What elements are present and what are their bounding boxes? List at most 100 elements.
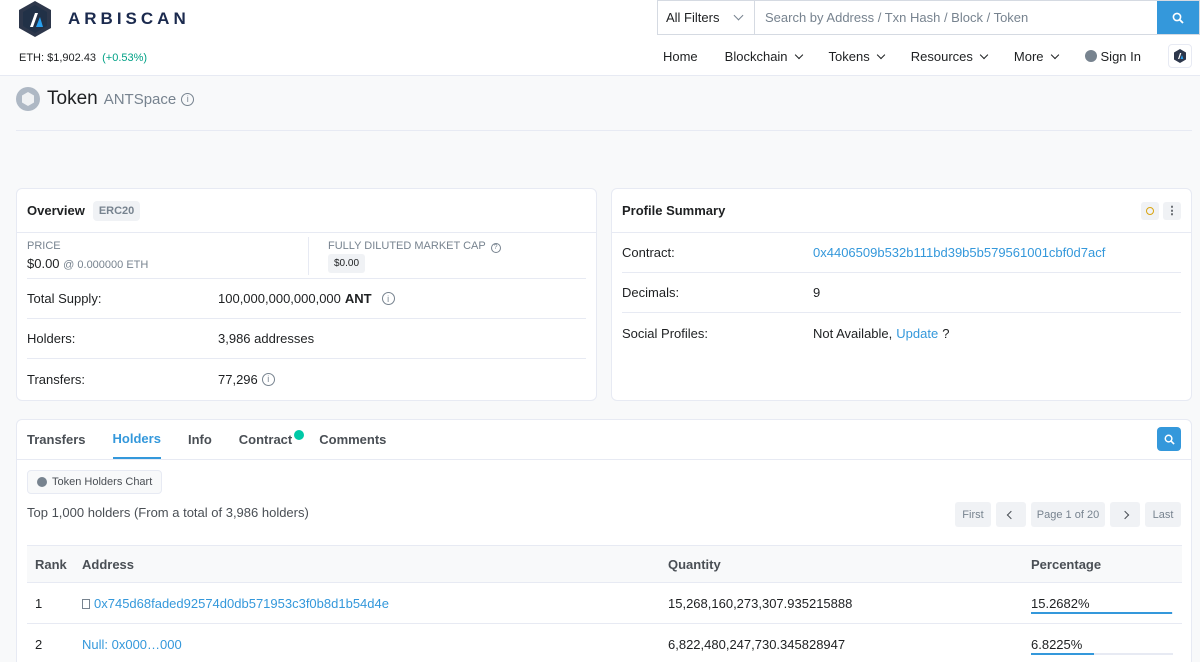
tab-contract-label: Contract	[238, 432, 293, 447]
percentage-bar	[1031, 653, 1173, 655]
nav-blockchain-label: Blockchain	[724, 48, 788, 64]
nav-sign-in-label: Sign In	[1100, 48, 1141, 64]
nav-resources-label: Resources	[910, 48, 973, 64]
column-header-rank: Rank	[27, 545, 74, 583]
more-options-icon[interactable]: ⋮	[1163, 202, 1181, 220]
reputation-icon[interactable]	[1141, 202, 1159, 220]
search-button[interactable]	[1157, 1, 1199, 34]
holders-table: Rank Address Quantity Percentage 1 0x745…	[27, 545, 1182, 662]
price-eth: @ 0.000000 ETH	[63, 259, 149, 271]
social-profiles-label: Social Profiles:	[622, 325, 708, 341]
price-value: $0.00	[27, 256, 60, 271]
arbiscan-logo[interactable]: ARBISCAN	[16, 0, 190, 38]
arbitrum-logo-icon	[19, 1, 51, 37]
profile-summary-header: Profile Summary ⋮	[612, 189, 1191, 233]
title-divider	[16, 130, 1192, 131]
profile-summary-card: Profile Summary ⋮ Contract: 0x4406509b53…	[611, 188, 1192, 401]
main-nav: Home Blockchain Tokens Resources More Si…	[663, 40, 1200, 72]
market-cap-label-text: FULLY DILUTED MARKET CAP	[328, 240, 486, 252]
total-supply-value: 100,000,000,000,000	[218, 291, 341, 306]
search-input[interactable]	[755, 1, 1157, 34]
price-divider	[308, 237, 309, 275]
search-icon	[1164, 434, 1175, 445]
search-icon	[1172, 12, 1184, 24]
eth-price-ticker: ETH: $1,902.43 (+0.53%)	[19, 52, 147, 64]
update-link[interactable]: Update	[896, 326, 938, 341]
tab-transfers[interactable]: Transfers	[27, 420, 86, 459]
tab-holders[interactable]: Holders	[112, 420, 161, 459]
tab-transfers-label: Transfers	[27, 432, 86, 447]
tab-contract[interactable]: Contract	[238, 420, 305, 459]
price-row: PRICE $0.00 @ 0.000000 ETH FULLY DILUTED…	[27, 233, 586, 279]
nav-home[interactable]: Home	[663, 49, 698, 64]
percentage-bar-fill	[1031, 612, 1172, 614]
chevron-down-icon	[733, 10, 744, 21]
total-supply-unit: ANT	[344, 291, 372, 306]
decimals-value: 9	[813, 285, 821, 300]
token-holders-chart-label: Token Holders Chart	[52, 476, 153, 488]
chevron-down-icon	[794, 50, 803, 59]
tab-comments[interactable]: Comments	[319, 420, 386, 459]
profile-summary-title: Profile Summary	[622, 203, 726, 218]
token-logo-icon	[16, 87, 40, 111]
nav-blockchain[interactable]: Blockchain	[724, 48, 803, 64]
tab-info[interactable]: Info	[188, 420, 212, 459]
column-header-address: Address	[74, 545, 660, 583]
arbitrum-logo-icon	[1174, 49, 1186, 63]
last-page-button[interactable]: Last	[1145, 502, 1181, 527]
nav-home-label: Home	[662, 48, 698, 64]
user-icon	[1084, 50, 1097, 62]
eth-price-change: (+0.53%)	[102, 52, 148, 64]
brand-name: ARBISCAN	[68, 9, 190, 28]
nav-sign-in[interactable]: Sign In	[1084, 48, 1141, 64]
token-holders-chart-button[interactable]: Token Holders Chart	[27, 470, 163, 494]
address-cell: Null: 0x000…000	[74, 623, 660, 662]
chevron-right-icon	[1120, 510, 1130, 519]
nav-tokens[interactable]: Tokens	[828, 48, 885, 64]
filter-search-button[interactable]	[1157, 427, 1181, 451]
token-tabs-card: Transfers Holders Info Contract Comments…	[16, 419, 1192, 662]
quantity-cell: 6,822,480,247,730.345828947	[660, 623, 1023, 662]
next-page-button[interactable]	[1110, 502, 1140, 527]
contract-label: Contract:	[622, 245, 675, 260]
overview-header: Overview ERC20	[17, 189, 596, 233]
previous-page-button[interactable]	[996, 502, 1026, 527]
holder-address-link[interactable]: 0x745d68faded92574d0db571953c3f0b8d1b54d…	[94, 596, 389, 611]
nav-tokens-label: Tokens	[828, 48, 870, 64]
holder-address-link[interactable]: Null: 0x000…000	[82, 637, 182, 652]
overview-title: Overview	[27, 203, 85, 218]
chevron-down-icon	[876, 50, 885, 59]
help-icon[interactable]: ?	[490, 242, 501, 253]
percentage-cell: 15.2682%	[1023, 582, 1182, 624]
transfers-value: 77,296	[218, 371, 258, 387]
market-cap-label: FULLY DILUTED MARKET CAP ?	[328, 240, 501, 253]
search-filter-select[interactable]: All Filters	[658, 1, 755, 34]
page-title: Token	[47, 88, 98, 109]
percentage-value: 6.8225%	[1031, 636, 1083, 652]
first-page-button[interactable]: First	[955, 502, 991, 527]
info-icon[interactable]: i	[181, 92, 195, 106]
decimals-row: Decimals: 9	[622, 273, 1181, 313]
holders-value: 3,986 addresses	[218, 331, 315, 346]
rank-cell: 2	[27, 623, 74, 662]
nav-more[interactable]: More	[1014, 49, 1059, 64]
nav-resources[interactable]: Resources	[910, 48, 989, 64]
info-icon[interactable]: i	[261, 372, 275, 386]
page-title-row: Token ANTSpace i	[16, 87, 195, 111]
percentage-bar	[1031, 612, 1173, 614]
info-icon[interactable]: i	[381, 292, 395, 305]
contract-address-link[interactable]: 0x4406509b532b111bd39b5b579561001cbf0d7a…	[813, 245, 1105, 260]
chevron-down-icon	[1050, 50, 1059, 59]
token-tabs: Transfers Holders Info Contract Comments	[17, 420, 1191, 460]
tab-holders-label: Holders	[112, 431, 161, 446]
chevron-left-icon	[1006, 510, 1016, 519]
tab-info-label: Info	[187, 432, 212, 447]
address-cell: 0x745d68faded92574d0db571953c3f0b8d1b54d…	[74, 582, 660, 624]
social-profiles-row: Social Profiles: Not Available, Update ?	[622, 313, 1181, 353]
contract-row: Contract: 0x4406509b532b111bd39b5b579561…	[622, 233, 1181, 273]
network-switch-button[interactable]	[1168, 44, 1192, 68]
pagination: First Page 1 of 20 Last	[950, 502, 1181, 527]
table-header-row: Rank Address Quantity Percentage	[27, 545, 1182, 583]
search-filter-label: All Filters	[666, 10, 720, 25]
market-cap-value: $0.00	[328, 254, 366, 273]
